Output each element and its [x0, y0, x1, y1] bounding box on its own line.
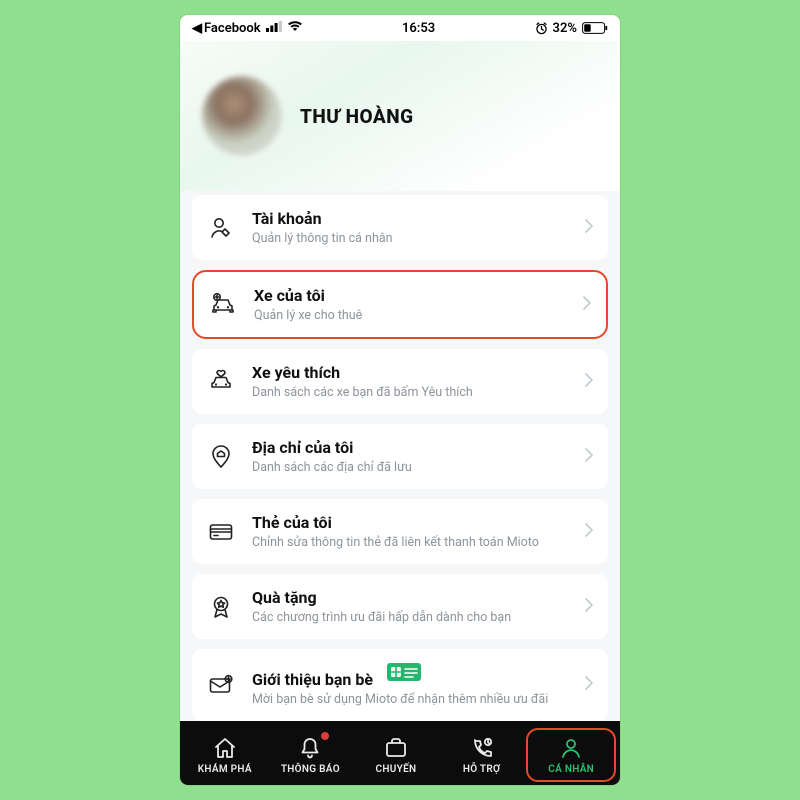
menu-sub: Danh sách các xe bạn đã bấm Yêu thích — [252, 385, 568, 400]
menu-title: Địa chỉ của tôi — [252, 438, 568, 457]
status-right: 32% — [535, 21, 608, 36]
carrier-text: Facebook — [204, 21, 261, 36]
avatar[interactable] — [202, 76, 282, 156]
chevron-right-icon — [582, 295, 592, 315]
menu-sub: Mời bạn bè sử dụng Mioto để nhận thêm nh… — [252, 692, 568, 707]
menu-list: Tài khoản Quản lý thông tin cá nhân Xe c… — [180, 191, 620, 721]
battery-icon — [582, 22, 608, 34]
menu-sub: Quản lý thông tin cá nhân — [252, 231, 568, 246]
tab-label: KHÁM PHÁ — [198, 764, 252, 775]
profile-header: THƯ HOÀNG — [180, 41, 620, 191]
tab-support[interactable]: HỖ TRỢ — [439, 727, 525, 783]
badge-star-icon — [206, 592, 236, 622]
menu-title: Xe yêu thích — [252, 363, 568, 382]
menu-item-addresses[interactable]: Địa chỉ của tôi Danh sách các địa chỉ đã… — [192, 424, 608, 489]
tab-profile[interactable]: CÁ NHÂN — [526, 728, 616, 782]
menu-sub: Các chương trình ưu đãi hấp dẫn dành cho… — [252, 610, 568, 625]
menu-item-referral[interactable]: Giới thiệu bạn bè Mời bạn bè sử dụng Mio… — [192, 649, 608, 721]
tab-trips[interactable]: CHUYẾN — [353, 727, 439, 783]
menu-title: Xe của tôi — [254, 286, 566, 305]
credit-card-icon — [206, 517, 236, 547]
tab-notifications[interactable]: THÔNG BÁO — [268, 727, 354, 783]
menu-title: Thẻ của tôi — [252, 513, 568, 532]
battery-pct: 32% — [553, 21, 577, 36]
wifi-icon — [287, 20, 303, 36]
menu-item-my-cars[interactable]: Xe của tôi Quản lý xe cho thuê — [192, 270, 608, 339]
menu-sub: Quản lý xe cho thuê — [254, 308, 566, 323]
mail-gift-icon — [206, 670, 236, 700]
support-phone-icon — [469, 736, 495, 760]
bell-icon — [297, 736, 323, 760]
alarm-icon — [535, 22, 548, 35]
menu-item-favorites[interactable]: Xe yêu thích Danh sách các xe bạn đã bấm… — [192, 349, 608, 414]
chevron-right-icon — [584, 675, 594, 695]
menu-item-gifts[interactable]: Quà tặng Các chương trình ưu đãi hấp dẫn… — [192, 574, 608, 639]
car-heart-icon — [206, 367, 236, 397]
chevron-right-icon — [584, 597, 594, 617]
person-edit-icon — [206, 213, 236, 243]
tab-bar: KHÁM PHÁ THÔNG BÁO CHUYẾN HỖ TRỢ CÁ N — [180, 721, 620, 785]
menu-item-cards[interactable]: Thẻ của tôi Chỉnh sửa thông tin thẻ đã l… — [192, 499, 608, 564]
chevron-right-icon — [584, 522, 594, 542]
tab-label: THÔNG BÁO — [281, 764, 340, 775]
menu-sub: Chỉnh sửa thông tin thẻ đã liên kết than… — [252, 535, 568, 550]
chevron-right-icon — [584, 447, 594, 467]
tab-explore[interactable]: KHÁM PHÁ — [182, 727, 268, 783]
phone-frame: ◀ Facebook 16:53 32% THƯ HOÀNG — [180, 15, 620, 785]
person-icon — [558, 736, 584, 760]
chevron-right-icon — [584, 372, 594, 392]
location-home-icon — [206, 442, 236, 472]
home-icon — [212, 736, 238, 760]
status-bar: ◀ Facebook 16:53 32% — [180, 15, 620, 41]
status-left: ◀ Facebook — [192, 20, 303, 36]
status-time: 16:53 — [402, 21, 435, 36]
menu-sub: Danh sách các địa chỉ đã lưu — [252, 460, 568, 475]
profile-name: THƯ HOÀNG — [300, 105, 414, 128]
car-add-icon — [208, 290, 238, 320]
menu-title: Giới thiệu bạn bè — [252, 663, 568, 689]
notification-dot-icon — [321, 732, 329, 740]
menu-title: Tài khoản — [252, 209, 568, 228]
chevron-right-icon — [584, 218, 594, 238]
back-caret-icon: ◀ — [192, 21, 202, 36]
tab-label: CHUYẾN — [376, 764, 417, 775]
menu-title-text: Giới thiệu bạn bè — [252, 670, 373, 689]
referral-badge-icon — [385, 661, 423, 683]
tab-label: CÁ NHÂN — [548, 764, 594, 775]
briefcase-icon — [383, 736, 409, 760]
menu-title: Quà tặng — [252, 588, 568, 607]
menu-item-account[interactable]: Tài khoản Quản lý thông tin cá nhân — [192, 195, 608, 260]
signal-icon — [266, 21, 282, 36]
tab-label: HỖ TRỢ — [463, 764, 501, 775]
